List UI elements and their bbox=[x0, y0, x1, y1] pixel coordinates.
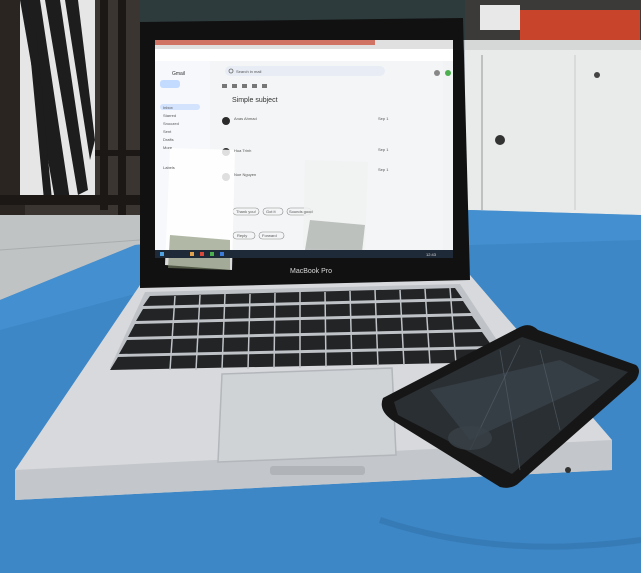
photo-scene: Gmail Search in mail Simple subject Inbo… bbox=[0, 0, 641, 573]
smartphone bbox=[381, 325, 639, 488]
laptop-port bbox=[565, 467, 571, 473]
